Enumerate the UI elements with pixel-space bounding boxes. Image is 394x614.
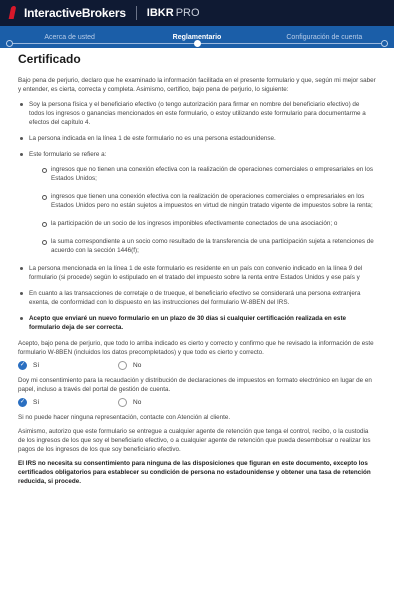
list-item-text: Este formulario se refiere a: [29,151,107,158]
sub-list-item: ingresos que tienen una conexión efectiv… [40,192,376,210]
checkmark-icon: ✓ [18,361,27,370]
radio-label: No [133,399,142,406]
step-dot [380,40,388,47]
list-item-bold: Acepto que enviaré un nuevo formulario e… [18,314,376,332]
main-content: Certificado Bajo pena de perjurio, decla… [0,48,394,486]
authorization-text: Asimismo, autorizo que este formulario s… [18,428,371,453]
radio-label: Sí [33,399,40,406]
consent-no-radio[interactable]: No [118,398,218,407]
radio-label: No [133,362,142,369]
step-label: Acerca de usted [44,34,95,41]
perjury-radio-group: ✓ Sí No [18,361,376,370]
irs-notice: El IRS no necesita su consentimiento par… [18,460,371,485]
intro-text: Bajo pena de perjurio, declaro que he ex… [18,77,376,93]
brand-suffix: PRO [175,7,200,19]
brand-ibkr-pro: IBKR PRO [147,7,200,19]
question-perjury: Acepto, bajo pena de perjurio, que todo … [18,340,374,356]
perjury-yes-radio[interactable]: ✓ Sí [18,361,118,370]
question-electronic-consent: Doy mi consentimiento para la recaudació… [18,377,372,393]
sub-list: ingresos que no tienen una conexión efec… [40,165,376,255]
divider [135,6,137,20]
progress-steps: Acerca de usted Reglamentario Configurac… [0,26,394,48]
sub-list-item: ingresos que no tienen una conexión efec… [40,165,376,183]
consent-radio-group: ✓ Sí No [18,398,376,407]
step-dot [6,40,13,47]
radio-circle-icon [118,398,127,407]
top-bar: InteractiveBrokers IBKR PRO [0,0,394,26]
consent-yes-radio[interactable]: ✓ Sí [18,398,118,407]
support-note: Si no puede hacer ninguna representación… [18,414,231,421]
page-title: Certificado [18,52,81,66]
list-item: Soy la persona física y el beneficiario … [18,100,376,127]
checkmark-icon: ✓ [18,398,27,407]
step-label: Configuración de cuenta [286,34,363,41]
ib-logo-icon [8,6,18,20]
step-regulatory[interactable]: Reglamentario [133,34,260,48]
list-item: En cuanto a las transacciones de correta… [18,289,376,307]
step-dot-active [193,40,201,47]
radio-circle-icon [118,361,127,370]
step-about-you[interactable]: Acerca de usted [6,34,133,48]
list-item: La persona indicada en la línea 1 de est… [18,134,376,143]
logo-text: InteractiveBrokers [24,6,126,20]
sub-list-item: la participación de un socio de los ingr… [40,219,376,228]
radio-label: Sí [33,362,40,369]
step-account-config[interactable]: Configuración de cuenta [261,34,388,48]
sub-list-item: la suma correspondiente a un socio como … [40,237,376,255]
brand-ibkr: IBKR [146,7,174,19]
list-item: Este formulario se refiere a: ingresos q… [18,150,376,255]
list-item: La persona mencionada en la línea 1 de e… [18,264,376,282]
certification-list: Soy la persona física y el beneficiario … [18,100,376,332]
perjury-no-radio[interactable]: No [118,361,218,370]
